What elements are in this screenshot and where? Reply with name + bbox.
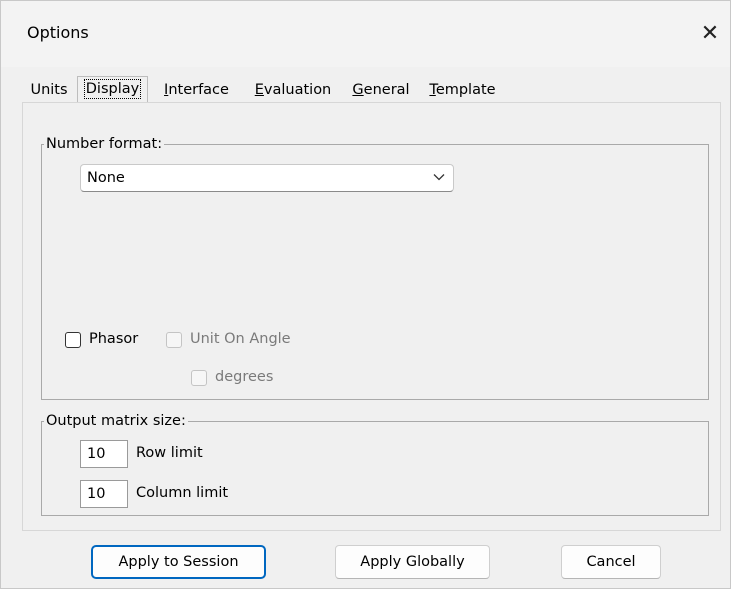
- row-limit-label: Row limit: [136, 445, 203, 461]
- tab-evaluation-label: Evaluation: [254, 82, 332, 98]
- tab-template[interactable]: Template: [420, 78, 505, 102]
- tab-general[interactable]: General: [347, 78, 415, 102]
- chevron-down-icon: [433, 174, 445, 181]
- apply-to-session-button[interactable]: Apply to Session: [91, 545, 266, 579]
- tab-evaluation[interactable]: Evaluation: [245, 78, 341, 102]
- options-dialog: Options ✕ Units Display Interface Evalua…: [0, 0, 731, 589]
- tab-template-label: Template: [429, 82, 496, 98]
- tab-units-label: Units: [30, 82, 68, 98]
- degrees-label: degrees: [215, 369, 274, 385]
- tab-display[interactable]: Display: [77, 76, 148, 102]
- number-format-select[interactable]: None: [80, 164, 454, 192]
- phasor-label: Phasor: [89, 331, 139, 347]
- degrees-checkbox[interactable]: [191, 370, 207, 386]
- column-limit-label: Column limit: [136, 485, 229, 501]
- column-limit-input[interactable]: 10: [80, 480, 128, 508]
- tab-interface-label: Interface: [164, 82, 229, 98]
- number-format-value: None: [87, 170, 125, 186]
- tab-display-label: Display: [83, 79, 142, 99]
- apply-globally-button[interactable]: Apply Globally: [335, 545, 490, 579]
- close-icon[interactable]: ✕: [690, 13, 730, 53]
- row-limit-input[interactable]: 10: [80, 440, 128, 468]
- cancel-button[interactable]: Cancel: [561, 545, 661, 579]
- tab-general-label: General: [352, 82, 410, 98]
- phasor-checkbox[interactable]: [65, 332, 81, 348]
- unit-on-angle-checkbox[interactable]: [166, 332, 182, 348]
- tab-units[interactable]: Units: [23, 78, 75, 102]
- output-matrix-legend: Output matrix size:: [46, 413, 186, 429]
- number-format-legend: Number format:: [46, 136, 163, 152]
- title-bar: Options ✕: [1, 1, 730, 67]
- window-title: Options: [27, 23, 89, 42]
- tab-interface[interactable]: Interface: [154, 78, 239, 102]
- unit-on-angle-label: Unit On Angle: [190, 331, 291, 347]
